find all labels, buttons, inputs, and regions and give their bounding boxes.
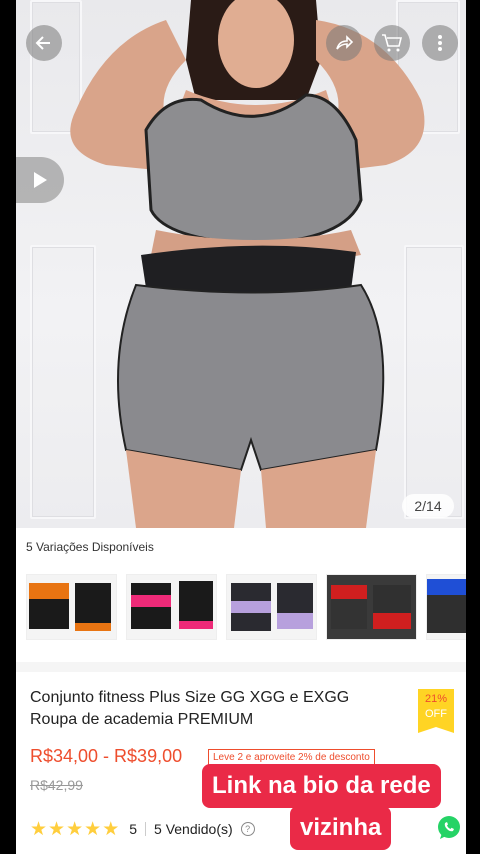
variation-thumb-pink[interactable]: [126, 574, 217, 640]
variation-thumb-blue[interactable]: [426, 574, 466, 640]
cart-icon: [382, 34, 403, 52]
variation-thumb-lilac[interactable]: [226, 574, 317, 640]
star-icon: ★: [84, 818, 102, 840]
divider: [145, 822, 147, 836]
image-counter: 2/14: [402, 494, 454, 518]
share-button[interactable]: [326, 25, 362, 61]
more-vertical-icon: [438, 35, 442, 51]
share-icon: [336, 35, 354, 50]
star-icon: ★: [66, 818, 84, 840]
back-button[interactable]: [26, 25, 62, 61]
product-screen: 2/14 5 Variações Disponíveis Conjunto fi…: [16, 0, 466, 854]
product-title: Conjunto fitness Plus Size GG XGG e EXGG…: [30, 689, 350, 728]
overlay-caption-line2: vizinha: [290, 806, 392, 850]
product-image-carousel[interactable]: 2/14: [16, 0, 466, 528]
discount-badge: 21% OFF: [418, 689, 454, 733]
video-play-button[interactable]: [16, 157, 64, 203]
star-icon: ★: [48, 818, 66, 840]
price-range: R$34,00 - R$39,00: [30, 746, 183, 766]
rating-value: 5: [129, 821, 138, 837]
play-icon: [34, 172, 47, 188]
section-separator: [16, 662, 466, 672]
discount-off-label: OFF: [425, 708, 447, 720]
whatsapp-icon[interactable]: [435, 814, 463, 842]
variations-title: 5 Variações Disponíveis: [26, 540, 154, 554]
variation-thumb-orange[interactable]: [26, 574, 117, 640]
rating-stars: ★ ★ ★ ★ ★: [30, 820, 119, 839]
rating-row: ★ ★ ★ ★ ★ 5 5 Vendido(s) ?: [30, 818, 255, 840]
more-button[interactable]: [422, 25, 458, 61]
discount-percent: 21%: [424, 693, 448, 705]
help-icon[interactable]: ?: [240, 822, 255, 836]
overlay-caption-line1: Link na bio da rede: [202, 764, 441, 808]
star-icon: ★: [30, 818, 48, 840]
star-icon: ★: [102, 818, 120, 840]
variation-thumbnails: [26, 574, 466, 640]
sold-count: 5 Vendido(s): [154, 821, 233, 837]
model-photo: [70, 0, 425, 528]
cart-button[interactable]: [374, 25, 410, 61]
old-price: R$42,99: [30, 777, 83, 793]
arrow-left-icon: [35, 36, 50, 50]
variation-thumb-red[interactable]: [326, 574, 417, 640]
